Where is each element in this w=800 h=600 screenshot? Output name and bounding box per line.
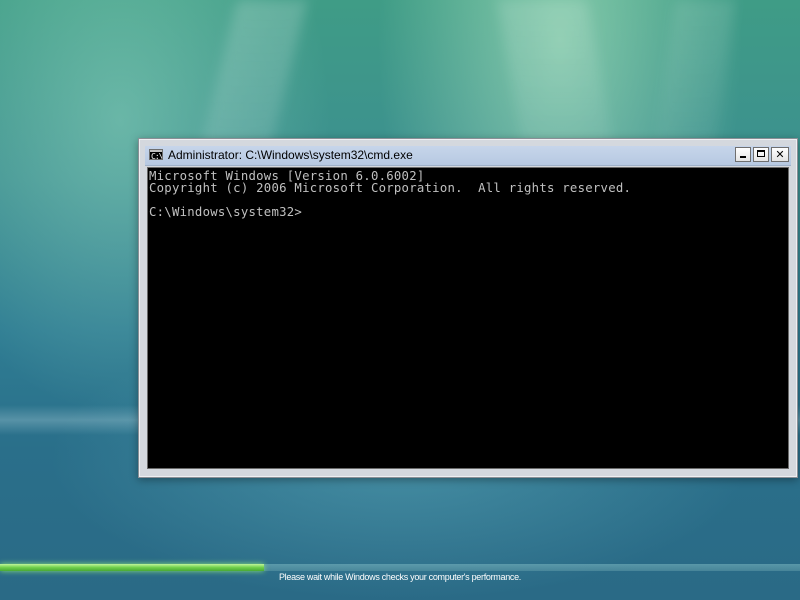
title-bar[interactable]: C:\ Administrator: C:\Windows\system32\c…: [145, 146, 791, 166]
progress-fill: [0, 564, 264, 571]
cmd-window[interactable]: C:\ Administrator: C:\Windows\system32\c…: [138, 138, 798, 478]
close-icon: ✕: [775, 148, 785, 161]
minimize-button[interactable]: [735, 147, 751, 162]
cmd-icon[interactable]: C:\: [149, 149, 163, 160]
minimize-icon: [740, 156, 746, 158]
performance-progress-bar: [0, 564, 800, 571]
window-title: Administrator: C:\Windows\system32\cmd.e…: [168, 148, 413, 162]
maximize-icon: [757, 150, 765, 157]
maximize-button[interactable]: [753, 147, 769, 162]
console-line-copyright: Copyright (c) 2006 Microsoft Corporation…: [149, 181, 632, 195]
close-button[interactable]: ✕: [771, 147, 789, 162]
console-output[interactable]: Microsoft Windows [Version 6.0.6002] Cop…: [147, 167, 789, 469]
status-message: Please wait while Windows checks your co…: [278, 572, 522, 582]
console-prompt[interactable]: C:\Windows\system32>: [149, 206, 788, 218]
